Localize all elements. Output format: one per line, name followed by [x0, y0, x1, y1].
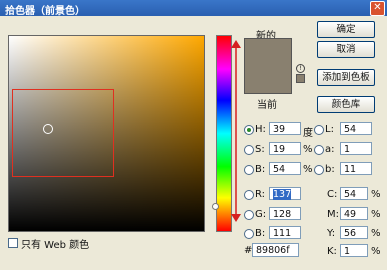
hue-unit: 度 — [303, 128, 313, 139]
radio-red[interactable] — [244, 190, 254, 200]
brightness-label: B: — [255, 164, 266, 175]
close-button[interactable]: ✕ — [370, 1, 385, 16]
radio-green[interactable] — [244, 210, 254, 220]
lab-b-input[interactable]: 11 — [340, 162, 372, 175]
hue-slider-handle[interactable] — [212, 203, 219, 210]
web-safe-swatch[interactable] — [296, 74, 305, 83]
yellow-label: Y: — [327, 228, 336, 239]
double-arrow-annotation-icon — [231, 40, 241, 222]
hue-slider[interactable] — [216, 35, 232, 232]
lab-l-label: L: — [325, 124, 334, 135]
blue-label: B: — [255, 228, 266, 239]
hue-input[interactable]: 39 — [269, 122, 301, 135]
brightness-input[interactable]: 54 — [269, 162, 301, 175]
window-title: 拾色器（前景色） — [5, 6, 85, 17]
yellow-unit: % — [371, 228, 381, 239]
magenta-label: M: — [327, 209, 339, 220]
saturation-unit: % — [303, 144, 313, 155]
green-input[interactable]: 128 — [269, 207, 301, 220]
brightness-unit: % — [303, 164, 313, 175]
lab-l-input[interactable]: 54 — [340, 122, 372, 135]
radio-saturation[interactable] — [244, 145, 254, 155]
yellow-input[interactable]: 56 — [340, 226, 368, 239]
out-of-gamut-warning-icon[interactable]: ! — [296, 64, 305, 73]
hue-label: H: — [255, 124, 266, 135]
lab-a-input[interactable]: 1 — [340, 142, 372, 155]
current-color-label: 当前 — [257, 100, 277, 111]
red-label: R: — [255, 189, 266, 200]
web-colors-only-label: 只有 Web 颜色 — [21, 240, 90, 251]
title-bar: 拾色器（前景色） ✕ — [0, 0, 387, 17]
radio-brightness[interactable] — [244, 165, 254, 175]
red-input[interactable]: 137 — [269, 187, 301, 200]
hex-input[interactable]: 89806f — [252, 243, 299, 257]
red-input-value: 137 — [273, 189, 292, 200]
radio-lab-a[interactable] — [314, 145, 324, 155]
saturation-input[interactable]: 19 — [269, 142, 301, 155]
black-input[interactable]: 1 — [340, 244, 368, 257]
add-to-swatches-button[interactable]: 添加到色板 — [317, 69, 375, 86]
color-preview-swatch — [244, 38, 292, 94]
color-field[interactable] — [8, 35, 205, 232]
ok-button[interactable]: 确定 — [317, 21, 375, 38]
cyan-label: C: — [327, 189, 338, 200]
web-colors-only-checkbox[interactable] — [8, 238, 18, 248]
lab-b-label: b: — [325, 164, 335, 175]
radio-lab-b[interactable] — [314, 165, 324, 175]
radio-lab-l[interactable] — [314, 125, 324, 135]
radio-hue[interactable] — [244, 125, 254, 135]
cyan-unit: % — [371, 189, 381, 200]
cyan-input[interactable]: 54 — [340, 187, 368, 200]
lab-a-label: a: — [325, 144, 335, 155]
radio-blue[interactable] — [244, 229, 254, 239]
saturation-label: S: — [255, 144, 265, 155]
magenta-unit: % — [371, 209, 381, 220]
black-label: K: — [327, 246, 337, 257]
color-libraries-button[interactable]: 颜色库 — [317, 96, 375, 113]
black-unit: % — [371, 246, 381, 257]
blue-input[interactable]: 111 — [269, 226, 301, 239]
green-label: G: — [255, 209, 267, 220]
selection-highlight-box — [12, 89, 114, 177]
color-picker-ring-icon[interactable] — [43, 124, 53, 134]
cancel-button[interactable]: 取消 — [317, 41, 375, 58]
magenta-input[interactable]: 49 — [340, 207, 368, 220]
